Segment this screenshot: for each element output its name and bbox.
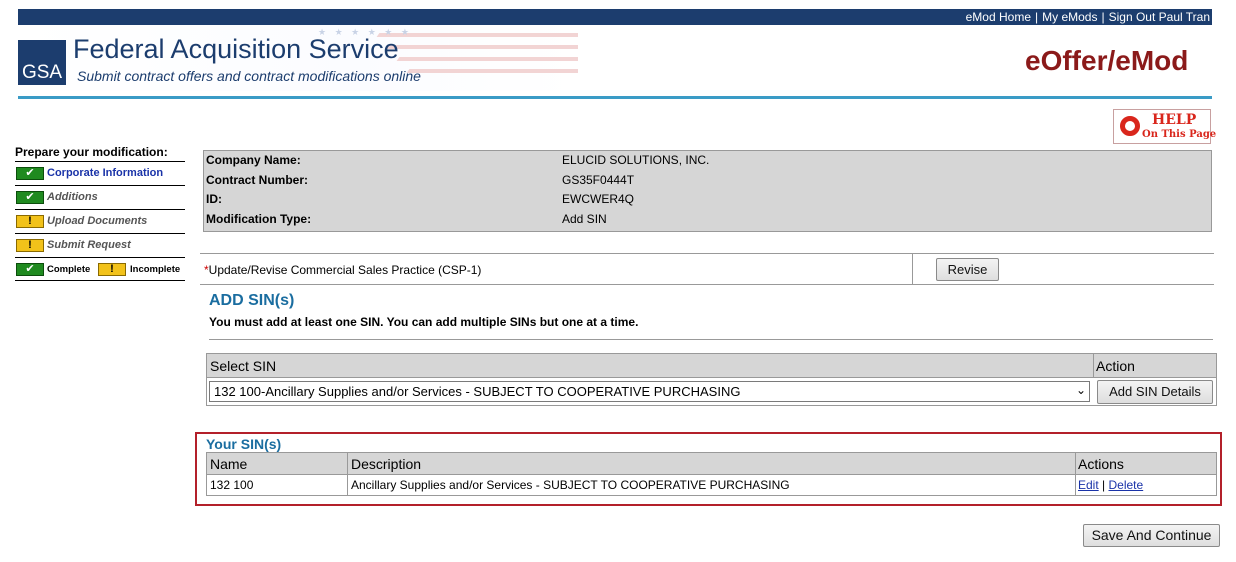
- sidebar-item-submit-request: ! Submit Request: [15, 234, 185, 258]
- info-row-contract: Contract Number: GS35F0444T: [206, 173, 1206, 192]
- help-sublabel: On This Page: [1142, 129, 1217, 140]
- sidebar-item-label[interactable]: Corporate Information: [47, 167, 163, 179]
- contract-info-panel: Company Name: ELUCID SOLUTIONS, INC. Con…: [203, 150, 1212, 232]
- sidebar-item-label: Submit Request: [47, 239, 131, 251]
- name-column-header: Name: [210, 456, 248, 472]
- column-divider: [1093, 354, 1094, 377]
- help-label: HELP: [1152, 112, 1197, 128]
- checkmark-icon: ✔: [16, 167, 44, 180]
- lifebuoy-icon: [1120, 116, 1140, 136]
- action-column-header: Action: [1096, 358, 1135, 374]
- sin-dropdown-value: 132 100-Ancillary Supplies and/or Servic…: [214, 384, 741, 399]
- legend-complete-label: Complete: [47, 264, 91, 275]
- brand-subtitle: Submit contract offers and contract modi…: [77, 68, 421, 84]
- info-row-id: ID: EWCWER4Q: [206, 192, 1206, 211]
- column-divider: [1075, 453, 1076, 495]
- sin-description-cell: Ancillary Supplies and/or Services - SUB…: [351, 478, 790, 492]
- add-sin-heading: ADD SIN(s): [209, 292, 295, 309]
- select-sin-table: Select SIN Action 132 100-Ancillary Supp…: [206, 353, 1217, 406]
- revise-button[interactable]: Revise: [936, 258, 999, 281]
- add-sin-instructions: You must add at least one SIN. You can a…: [209, 315, 639, 329]
- info-row-company: Company Name: ELUCID SOLUTIONS, INC.: [206, 153, 1206, 172]
- column-divider: [912, 254, 913, 284]
- warning-icon: !: [16, 239, 44, 252]
- warning-icon: !: [98, 263, 126, 276]
- info-value: Add SIN: [562, 212, 607, 226]
- section-divider: [209, 339, 1213, 340]
- checkmark-icon: ✔: [16, 191, 44, 204]
- legend-incomplete-label: Incomplete: [130, 264, 181, 275]
- my-emods-link[interactable]: My eMods: [1042, 10, 1097, 24]
- sidebar-item-label: Additions: [47, 191, 98, 203]
- progress-sidebar: Prepare your modification: ✔ Corporate I…: [15, 145, 185, 281]
- chevron-down-icon[interactable]: ⌄: [1076, 383, 1086, 397]
- top-nav-bar: eMod Home | My eMods | Sign Out Paul Tran: [18, 9, 1212, 25]
- delete-link[interactable]: Delete: [1109, 478, 1144, 492]
- column-divider: [347, 453, 348, 495]
- gsa-logo: GSA: [18, 40, 66, 85]
- info-value: GS35F0444T: [562, 173, 635, 187]
- app-title: eOffer/eMod: [1025, 45, 1189, 76]
- your-sins-table: Name Description Actions 132 100 Ancilla…: [206, 452, 1217, 496]
- info-key: Contract Number:: [206, 173, 309, 187]
- status-legend: ✔ Complete ! Incomplete: [15, 258, 185, 281]
- info-key: Modification Type:: [206, 212, 312, 226]
- action-separator: |: [1102, 478, 1106, 492]
- sin-dropdown[interactable]: 132 100-Ancillary Supplies and/or Servic…: [209, 381, 1090, 402]
- select-sin-column-header: Select SIN: [210, 358, 277, 374]
- header-divider: [18, 96, 1212, 99]
- your-sins-heading: Your SIN(s): [206, 436, 282, 452]
- brand-title: Federal Acquisition Service: [73, 34, 399, 64]
- csp-label-text: Update/Revise Commercial Sales Practice …: [208, 263, 482, 277]
- info-key: Company Name:: [206, 153, 301, 167]
- info-value: EWCWER4Q: [562, 192, 634, 206]
- description-column-header: Description: [351, 456, 422, 472]
- sidebar-item-upload-documents: ! Upload Documents: [15, 210, 185, 234]
- warning-icon: !: [16, 215, 44, 228]
- sin-name-cell: 132 100: [210, 478, 254, 492]
- sidebar-item-label: Upload Documents: [47, 215, 148, 227]
- sign-out-link[interactable]: Sign Out Paul Tran: [1109, 10, 1210, 24]
- emod-home-link[interactable]: eMod Home: [966, 10, 1031, 24]
- edit-link[interactable]: Edit: [1078, 478, 1099, 492]
- add-sin-details-button[interactable]: Add SIN Details: [1097, 380, 1213, 404]
- info-row-mod-type: Modification Type: Add SIN: [206, 212, 1206, 231]
- info-value: ELUCID SOLUTIONS, INC.: [562, 153, 710, 167]
- checkmark-icon: ✔: [16, 263, 44, 276]
- sidebar-item-additions: ✔ Additions: [15, 186, 185, 210]
- actions-column-header: Actions: [1078, 456, 1124, 472]
- sidebar-item-corporate-information[interactable]: ✔ Corporate Information: [15, 162, 185, 186]
- save-and-continue-button[interactable]: Save And Continue: [1083, 524, 1220, 547]
- info-key: ID:: [206, 192, 222, 206]
- sin-actions-cell: Edit | Delete: [1078, 478, 1143, 492]
- table-header: Select SIN Action: [207, 354, 1216, 378]
- csp-row: *Update/Revise Commercial Sales Practice…: [200, 253, 1214, 285]
- sidebar-title: Prepare your modification:: [15, 145, 185, 162]
- table-header: Name Description Actions: [207, 453, 1216, 475]
- help-button[interactable]: HELP On This Page: [1113, 109, 1216, 144]
- csp-label: *Update/Revise Commercial Sales Practice…: [204, 263, 481, 277]
